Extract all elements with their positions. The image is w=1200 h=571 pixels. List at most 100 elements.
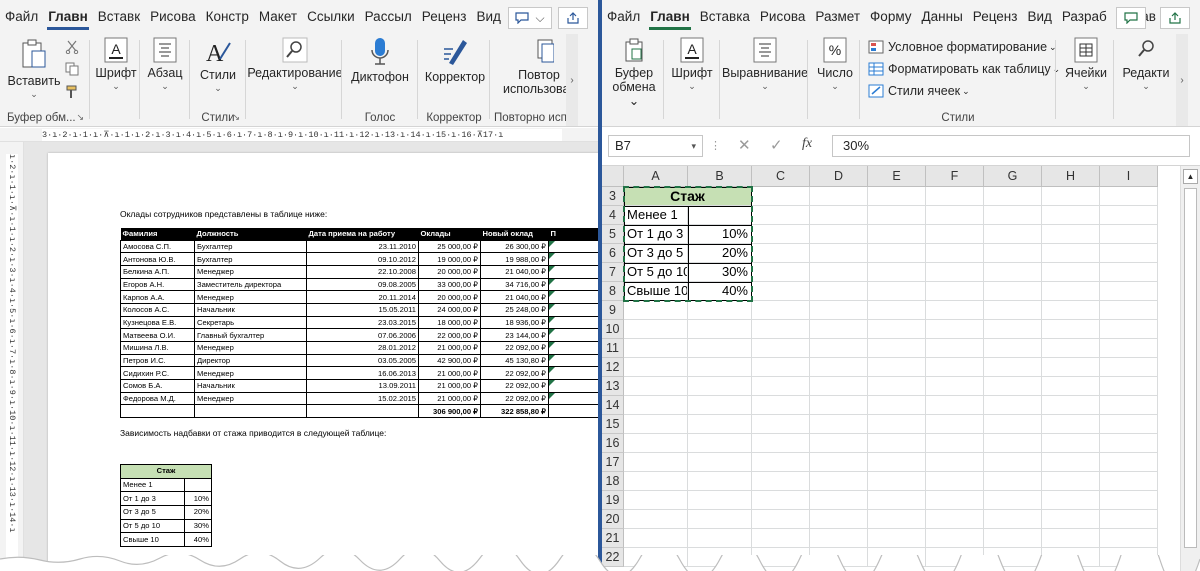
salary-cell[interactable]: 21 000,00 ₽	[418, 379, 481, 393]
grid-cell[interactable]	[1100, 187, 1158, 206]
grid-cell[interactable]	[984, 263, 1042, 282]
grid-cell[interactable]	[1042, 225, 1100, 244]
salary-cell[interactable]: Кузнецова Е.В.	[120, 315, 195, 330]
grid-cell[interactable]	[688, 491, 752, 510]
grid-cell[interactable]	[868, 396, 926, 415]
grid-cell[interactable]	[752, 434, 810, 453]
scroll-thumb[interactable]	[1184, 188, 1197, 548]
experience-value-cell[interactable]	[688, 206, 752, 225]
grid-cell[interactable]	[810, 320, 868, 339]
salary-cell[interactable]: Менеджер	[194, 264, 307, 279]
editing-button[interactable]: Редактирование ⌄	[247, 37, 343, 91]
column-header[interactable]: G	[984, 166, 1042, 187]
column-header[interactable]: C	[752, 166, 810, 187]
scroll-up-icon[interactable]: ▲	[1183, 169, 1198, 184]
salary-cell[interactable]	[548, 264, 598, 279]
row-header[interactable]: 10	[602, 320, 624, 339]
salary-cell[interactable]: 21 000,00 ₽	[418, 341, 481, 355]
grid-cell[interactable]	[984, 206, 1042, 225]
grid-cell[interactable]	[688, 529, 752, 548]
row-header[interactable]: 15	[602, 415, 624, 434]
grid-cell[interactable]	[688, 320, 752, 339]
number-button[interactable]: % Число ⌄	[812, 37, 858, 91]
cell-styles-button[interactable]: Стили ячеек ⌄	[868, 84, 970, 98]
column-header[interactable]: H	[1042, 166, 1100, 187]
row-header[interactable]: 19	[602, 491, 624, 510]
salary-cell[interactable]	[548, 341, 598, 355]
salary-cell[interactable]: 15.02.2015	[306, 391, 419, 406]
grid-cell[interactable]	[624, 491, 688, 510]
grid-cell[interactable]	[868, 472, 926, 491]
grid-cell[interactable]	[926, 415, 984, 434]
column-header[interactable]: E	[868, 166, 926, 187]
ribbon-scroll-right[interactable]: ›	[566, 34, 578, 126]
salary-cell[interactable]: 21 040,00 ₽	[480, 290, 549, 304]
conditional-formatting-button[interactable]: Условное форматирование ⌄	[868, 40, 1057, 54]
salary-cell[interactable]: Секретарь	[194, 315, 307, 330]
word-tab-8[interactable]: Реценз	[417, 0, 472, 34]
grid-cell[interactable]	[752, 529, 810, 548]
format-as-table-button[interactable]: Форматировать как таблицу ⌄	[868, 62, 1060, 76]
total-cell[interactable]: 306 900,00 ₽	[418, 404, 481, 419]
salary-cell[interactable]: 20.11.2014	[306, 290, 419, 304]
salary-cell[interactable]: 21 040,00 ₽	[480, 264, 549, 279]
salary-cell[interactable]	[548, 315, 598, 330]
grid-cell[interactable]	[810, 187, 868, 206]
grid-cell[interactable]	[1100, 358, 1158, 377]
grid-cell[interactable]	[1100, 377, 1158, 396]
experience-label-cell[interactable]: Свыше 10	[624, 282, 688, 301]
excel-tab-6[interactable]: Данны	[917, 0, 968, 34]
cancel-icon[interactable]: ✕	[738, 136, 751, 154]
grid-cell[interactable]	[868, 510, 926, 529]
experience-label-cell[interactable]: Свыше 10	[120, 532, 185, 548]
grid-cell[interactable]	[1042, 320, 1100, 339]
grid-cell[interactable]	[984, 187, 1042, 206]
grid-cell[interactable]	[810, 529, 868, 548]
grid-cell[interactable]	[984, 282, 1042, 301]
excel-tab-5[interactable]: Форму	[865, 0, 916, 34]
row-header[interactable]: 7	[602, 263, 624, 282]
salary-cell[interactable]	[548, 302, 598, 317]
salary-cell[interactable]: Антонова Ю.В.	[120, 252, 195, 266]
word-tab-2[interactable]: Вставк	[93, 0, 145, 34]
word-tab-3[interactable]: Рисова	[145, 0, 200, 34]
salary-cell[interactable]: 25 000,00 ₽	[418, 239, 481, 254]
column-header[interactable]: I	[1100, 166, 1158, 187]
grid-cell[interactable]	[1100, 510, 1158, 529]
salary-cell[interactable]: Директор	[194, 353, 307, 368]
salary-cell[interactable]	[548, 353, 598, 368]
salary-cell[interactable]: Мишина Л.В.	[120, 341, 195, 355]
grid-cell[interactable]	[752, 282, 810, 301]
cut-icon[interactable]	[65, 40, 79, 54]
grid-cell[interactable]	[868, 301, 926, 320]
grid-cell[interactable]	[810, 434, 868, 453]
grid-cell[interactable]	[624, 377, 688, 396]
experience-label-cell[interactable]: От 1 до 3	[624, 225, 688, 244]
alignment-button[interactable]: Выравнивание ⌄	[722, 37, 808, 91]
grid-cell[interactable]	[926, 529, 984, 548]
grid-cell[interactable]	[1100, 396, 1158, 415]
salary-cell[interactable]: Менеджер	[194, 290, 307, 304]
column-header[interactable]: F	[926, 166, 984, 187]
grid-cell[interactable]	[1042, 263, 1100, 282]
salary-cell[interactable]: 23.11.2010	[306, 239, 419, 254]
salary-cell[interactable]: Колосов А.С.	[120, 302, 195, 317]
grid-cell[interactable]	[752, 320, 810, 339]
grid-cell[interactable]	[624, 510, 688, 529]
grid-cell[interactable]	[1042, 282, 1100, 301]
salary-cell[interactable]: Начальник	[194, 302, 307, 317]
column-header[interactable]: B	[688, 166, 752, 187]
grid-cell[interactable]	[868, 282, 926, 301]
salary-cell[interactable]: 23.03.2015	[306, 315, 419, 330]
font-button[interactable]: A Шрифт ⌄	[668, 37, 716, 91]
word-tab-6[interactable]: Ссылки	[302, 0, 360, 34]
excel-tab-9[interactable]: Разраб	[1057, 0, 1112, 34]
experience-label-cell[interactable]: От 3 до 5	[624, 244, 688, 263]
grid-cell[interactable]	[984, 320, 1042, 339]
salary-cell[interactable]: 23 144,00 ₽	[480, 328, 549, 342]
experience-value-cell[interactable]: 40%	[688, 282, 752, 301]
grid-cell[interactable]	[624, 434, 688, 453]
salary-cell[interactable]: 20 000,00 ₽	[418, 264, 481, 279]
grid-cell[interactable]	[810, 415, 868, 434]
grid-cell[interactable]	[984, 358, 1042, 377]
